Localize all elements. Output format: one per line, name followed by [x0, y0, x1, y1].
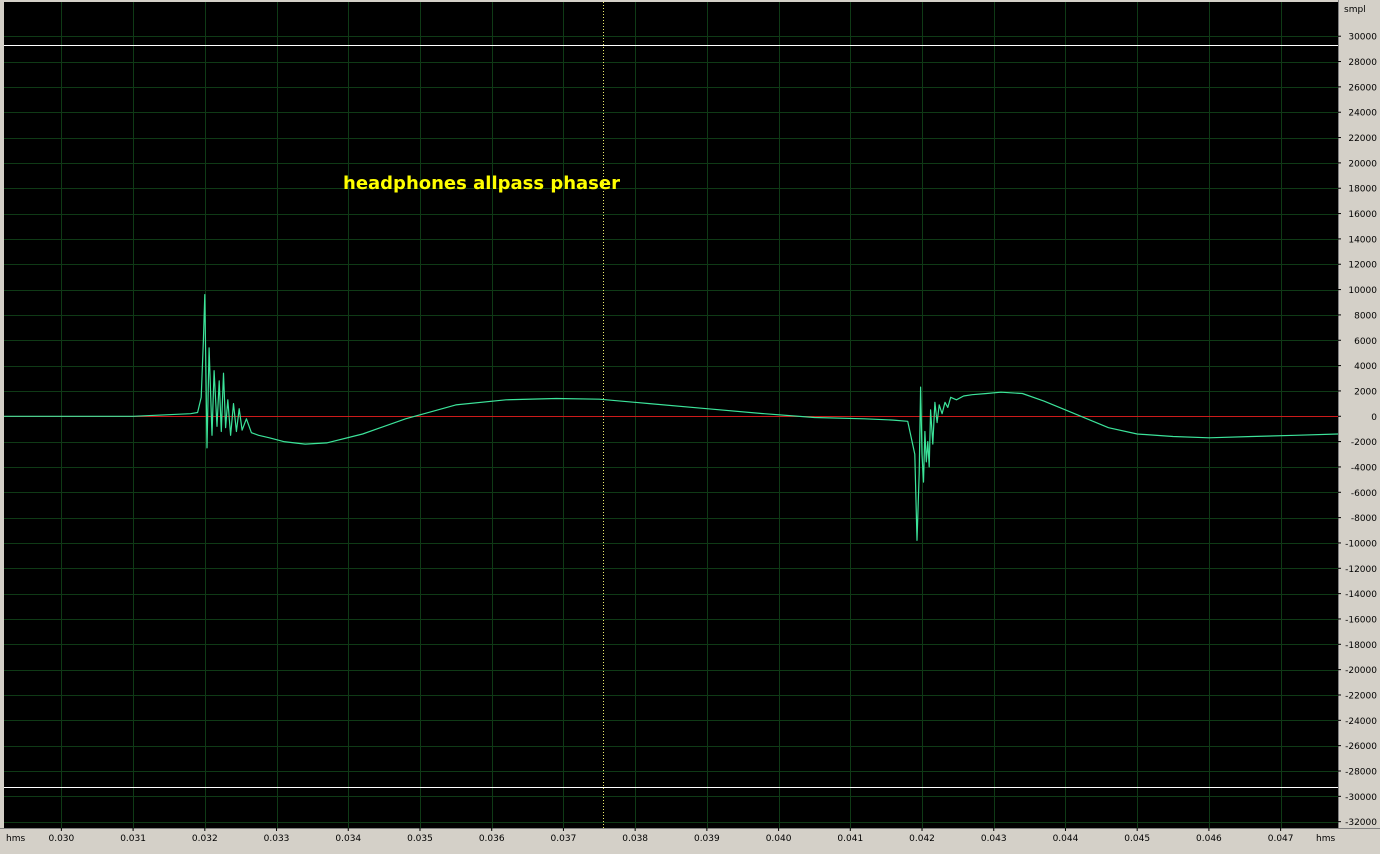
y-tick-label: 2000 — [1354, 387, 1377, 397]
waveform-chart: headphones allpass phaser — [4, 2, 1338, 828]
x-tick-label: 0.034 — [335, 834, 361, 844]
y-tick-labels: 3000028000260002400022000200001800016000… — [1338, 33, 1377, 828]
y-tick-label: 14000 — [1348, 235, 1377, 245]
x-tick-label: 0.038 — [622, 834, 648, 844]
y-tick-label: -26000 — [1345, 742, 1377, 752]
y-tick-label: -6000 — [1351, 489, 1377, 499]
x-tick-label: 0.046 — [1196, 834, 1222, 844]
y-axis-panel[interactable]: smpl 30000 28000 26000 24000 22000 20000 18000… — [1338, 0, 1380, 850]
y-tick-label: -16000 — [1345, 615, 1377, 625]
x-tick-label: 0.042 — [909, 834, 935, 844]
y-tick-label: 8000 — [1354, 311, 1377, 321]
grid-lines — [4, 2, 1338, 828]
y-tick-label: 22000 — [1348, 134, 1377, 144]
y-tick-label: 26000 — [1348, 83, 1377, 93]
y-tick-label: 6000 — [1354, 337, 1377, 347]
x-axis-panel[interactable]: hms hms 0.030 0.031 0.032 0.033 0.034 0.035 0.… — [0, 828, 1380, 850]
y-axis: smpl 30000280002600024000220002000018000… — [1338, 0, 1377, 850]
y-tick-label: 28000 — [1348, 58, 1377, 68]
x-tick-label: 0.033 — [264, 834, 290, 844]
y-tick-label: -12000 — [1345, 565, 1377, 575]
y-tick-label: -28000 — [1345, 767, 1377, 777]
x-tick-label: 0.044 — [1053, 834, 1079, 844]
x-tick-label: 0.030 — [48, 834, 74, 844]
waveform-editor-window: headphones allpass phaser smpl 30000 2800… — [0, 0, 1380, 850]
y-tick-label: 18000 — [1348, 185, 1377, 195]
x-tick-label: 0.035 — [407, 834, 433, 844]
x-tick-labels: 0.030 0.031 0.032 0.033 0.034 0.035 0.036 0.037… — [48, 828, 1294, 844]
y-tick-label: 16000 — [1348, 210, 1377, 220]
x-axis: hms hms 0.030 0.031 0.032 0.033 0.034 0.035 0.… — [0, 828, 1380, 844]
x-tick-label: 0.031 — [120, 834, 146, 844]
x-tick-label: 0.032 — [192, 834, 218, 844]
x-tick-label: 0.039 — [694, 834, 720, 844]
x-tick-label: 0.045 — [1124, 834, 1150, 844]
y-tick-label: 20000 — [1348, 159, 1377, 169]
x-axis-unit-label-left: hms — [6, 834, 25, 844]
chart-title: headphones allpass phaser — [343, 173, 620, 194]
x-tick-label: 0.036 — [479, 834, 505, 844]
y-tick-label: 30000 — [1348, 33, 1377, 43]
x-tick-label: 0.043 — [981, 834, 1007, 844]
x-tick-label: 0.041 — [837, 834, 863, 844]
x-tick-label: 0.040 — [766, 834, 792, 844]
y-tick-label: -4000 — [1351, 463, 1377, 473]
x-tick-label: 0.047 — [1268, 834, 1294, 844]
y-tick-label: -14000 — [1345, 590, 1377, 600]
y-tick-label: -22000 — [1345, 691, 1377, 701]
y-tick-label: 0 — [1371, 413, 1377, 423]
y-tick-label: -2000 — [1351, 438, 1377, 448]
y-tick-label: -32000 — [1345, 818, 1377, 828]
y-axis-unit-label: smpl — [1344, 5, 1366, 15]
waveform-plot-area[interactable]: headphones allpass phaser — [4, 2, 1338, 828]
y-tick-label: 24000 — [1348, 109, 1377, 119]
y-tick-label: 4000 — [1354, 362, 1377, 372]
x-tick-label: 0.037 — [551, 834, 577, 844]
y-tick-label: -10000 — [1345, 539, 1377, 549]
y-tick-label: -18000 — [1345, 641, 1377, 651]
y-tick-label: -30000 — [1345, 793, 1377, 803]
y-tick-label: -8000 — [1351, 514, 1377, 524]
y-tick-label: 12000 — [1348, 261, 1377, 271]
y-tick-label: 10000 — [1348, 286, 1377, 296]
x-axis-unit-label-right: hms — [1316, 834, 1335, 844]
y-tick-label: -24000 — [1345, 717, 1377, 727]
y-tick-label: -20000 — [1345, 666, 1377, 676]
